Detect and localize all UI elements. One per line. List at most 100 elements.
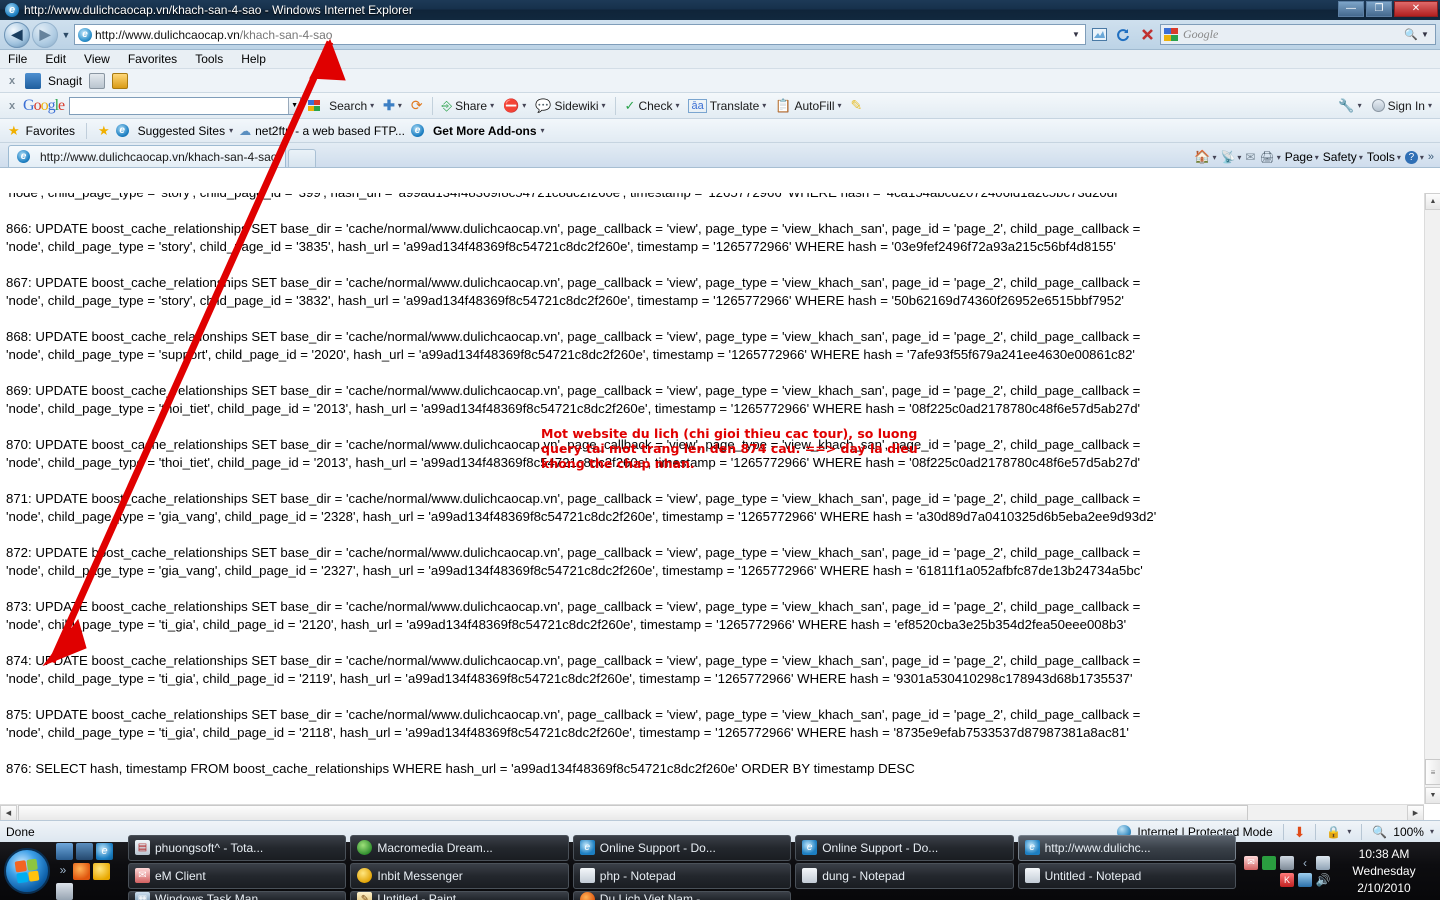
feeds-button[interactable]: 📡 ▾ <box>1220 150 1241 164</box>
tray-overflow-icon[interactable]: ‹ <box>1298 856 1312 870</box>
scroll-right-button[interactable]: ▶ <box>1407 805 1424 820</box>
task-button-untitled-notepad[interactable]: Untitled - Notepad <box>1017 862 1236 889</box>
help-menu-button[interactable]: ? ▾ <box>1404 150 1424 164</box>
menu-item-tools[interactable]: Tools <box>195 52 223 66</box>
chevron-down-icon[interactable]: ▾ <box>1428 101 1432 110</box>
favorites-label[interactable]: Favorites <box>26 124 75 138</box>
chevron-down-icon[interactable]: ▾ <box>675 101 679 110</box>
quick-launch-overflow-icon[interactable]: » <box>56 863 70 880</box>
task-button-dung-notepad[interactable]: dung - Notepad <box>795 862 1014 889</box>
mail-tray-icon[interactable]: ✉ <box>1244 855 1258 870</box>
menu-item-view[interactable]: View <box>84 52 110 66</box>
chevron-down-icon[interactable]: ▾ <box>398 101 402 110</box>
refresh-icon[interactable] <box>1112 24 1134 46</box>
snagit-capture-icon[interactable] <box>89 72 106 89</box>
task-button-dreamweaver[interactable]: Macromedia Dream... <box>350 834 569 861</box>
update-tray-icon[interactable] <box>1298 872 1312 887</box>
vertical-scrollbar[interactable]: ▲ ≡ ▼ <box>1424 193 1440 804</box>
chevron-down-icon[interactable]: ▾ <box>1237 153 1241 162</box>
favorites-star-icon[interactable]: ★ <box>8 123 20 139</box>
search-input[interactable]: Google <box>1183 27 1404 42</box>
google-autofill-button[interactable]: 📋 AutoFill ▾ <box>773 97 843 115</box>
start-button[interactable] <box>4 848 50 894</box>
menu-item-file[interactable]: File <box>8 52 27 66</box>
task-button-phuongsoft[interactable]: ▤ phuongsoft^ - Tota... <box>128 834 347 861</box>
task-button-inbit-messenger[interactable]: Inbit Messenger <box>350 862 569 889</box>
google-plus-button[interactable]: ✚ ▾ <box>381 96 404 115</box>
forward-button[interactable]: ▶ <box>32 21 58 48</box>
chevron-down-icon[interactable]: ▾ <box>1359 153 1363 162</box>
clock[interactable]: 10:38 AM Wednesday 2/10/2010 <box>1336 846 1432 897</box>
google-search-input[interactable]: ▼ <box>69 96 302 115</box>
chevron-down-icon[interactable]: ▾ <box>1212 153 1216 162</box>
scroll-up-button[interactable]: ▲ <box>1425 193 1440 210</box>
menu-item-favorites[interactable]: Favorites <box>128 52 177 66</box>
google-stumble-button[interactable]: ⟳ <box>409 96 425 115</box>
chevron-down-icon[interactable]: ▾ <box>490 101 494 110</box>
chevron-down-icon[interactable]: ▾ <box>522 101 526 110</box>
horizontal-scroll-thumb[interactable] <box>18 805 1248 820</box>
zoom-icon[interactable]: 🔍 <box>1372 825 1387 839</box>
task-button-php-notepad[interactable]: php - Notepad <box>572 862 792 889</box>
favorite-suggested-sites[interactable]: e Suggested Sites ▾ <box>115 124 233 138</box>
cloud-tray-icon[interactable] <box>1316 855 1330 870</box>
snagit-editor-icon[interactable] <box>112 72 129 89</box>
volume-tray-icon[interactable]: 🔊 <box>1316 873 1331 887</box>
google-translate-button[interactable]: āa Translate ▾ <box>686 98 768 114</box>
horizontal-scrollbar[interactable]: ◀ ▶ <box>0 804 1424 820</box>
favorite-net2ftp[interactable]: ☁ net2ftp - a web based FTP... <box>239 124 405 138</box>
google-check-button[interactable]: ✓ Check ▾ <box>623 97 682 115</box>
zoom-level[interactable]: 100% <box>1393 825 1424 839</box>
chevron-down-icon[interactable]: ▾ <box>838 101 842 110</box>
privacy-icon[interactable]: 🔒 <box>1326 825 1341 839</box>
address-dropdown-icon[interactable]: ▼ <box>1069 30 1083 39</box>
history-dropdown-icon[interactable]: ▼ <box>60 30 72 40</box>
task-button-em-client[interactable]: ✉ eM Client <box>128 862 347 889</box>
close-snagit-toolbar-button[interactable]: x <box>6 75 18 87</box>
google-search-button[interactable]: Search ▾ <box>306 98 376 114</box>
command-bar-overflow-icon[interactable]: » <box>1428 151 1434 163</box>
new-tab-button[interactable] <box>288 149 317 167</box>
chevron-down-icon[interactable]: ▾ <box>229 126 233 135</box>
search-box[interactable]: Google 🔍 ▼ <box>1160 24 1436 45</box>
emoticon-icon[interactable] <box>93 862 110 880</box>
google-sidewiki-button[interactable]: 💬 Sidewiki ▾ <box>533 97 607 115</box>
menu-item-help[interactable]: Help <box>241 52 266 66</box>
task-button-task-manager[interactable]: ▦ Windows Task Man... <box>128 890 347 900</box>
tab-dulichcaocap[interactable]: e http://www.dulichcaocap.vn/khach-san-4… <box>8 145 287 167</box>
show-desktop-icon[interactable] <box>56 842 73 860</box>
back-button[interactable]: ◀ <box>4 21 30 48</box>
google-sign-in-button[interactable]: Sign In ▾ <box>1370 98 1434 114</box>
add-favorite-icon[interactable]: ★ <box>98 123 110 139</box>
search-icon[interactable]: 🔍 <box>1404 28 1418 41</box>
address-bar[interactable]: e http://www.dulichcaocap.vn/khach-san-4… <box>74 24 1086 45</box>
close-button[interactable]: ✕ <box>1394 1 1438 17</box>
tools-menu-button[interactable]: Tools ▾ <box>1367 150 1401 164</box>
chevron-down-icon[interactable]: ▾ <box>1347 827 1351 836</box>
chevron-down-icon[interactable]: ▾ <box>1277 153 1281 162</box>
print-button[interactable]: 🖨 ▾ <box>1259 150 1280 164</box>
network-tray-icon[interactable] <box>1262 855 1276 870</box>
chevron-down-icon[interactable]: ▾ <box>762 101 766 110</box>
chevron-down-icon[interactable]: ▾ <box>602 101 606 110</box>
mail-button[interactable]: ✉ <box>1245 150 1255 164</box>
safety-menu-button[interactable]: Safety ▾ <box>1323 150 1363 164</box>
google-highlight-button[interactable]: ✎ <box>849 96 865 115</box>
snagit-capture-arrow-icon[interactable]: ⬇ <box>1294 825 1306 839</box>
antivirus-tray-icon[interactable]: K <box>1280 872 1294 887</box>
chevron-down-icon[interactable]: ▾ <box>541 126 545 135</box>
chevron-down-icon[interactable]: ▾ <box>1397 153 1401 162</box>
task-button-paint[interactable]: ✎ Untitled - Paint <box>350 890 569 900</box>
favorite-get-more-addons[interactable]: e Get More Add-ons ▾ <box>410 124 545 138</box>
task-button-online-support-2[interactable]: e Online Support - Do... <box>795 834 1014 861</box>
close-google-toolbar-button[interactable]: x <box>6 100 18 112</box>
task-button-dulichcaocap[interactable]: e http://www.dulichc... <box>1017 834 1236 861</box>
internet-explorer-icon[interactable]: e <box>96 842 113 860</box>
scroll-left-button[interactable]: ◀ <box>0 805 17 820</box>
scroll-down-button[interactable]: ▼ <box>1425 787 1440 804</box>
chevron-down-icon[interactable]: ▾ <box>1315 153 1319 162</box>
google-settings-button[interactable]: 🔧 ▾ <box>1336 97 1363 115</box>
google-search-dropdown-icon[interactable]: ▼ <box>288 97 301 114</box>
google-share-button[interactable]: ⎆ Share ▾ <box>440 97 496 115</box>
menu-item-edit[interactable]: Edit <box>45 52 66 66</box>
